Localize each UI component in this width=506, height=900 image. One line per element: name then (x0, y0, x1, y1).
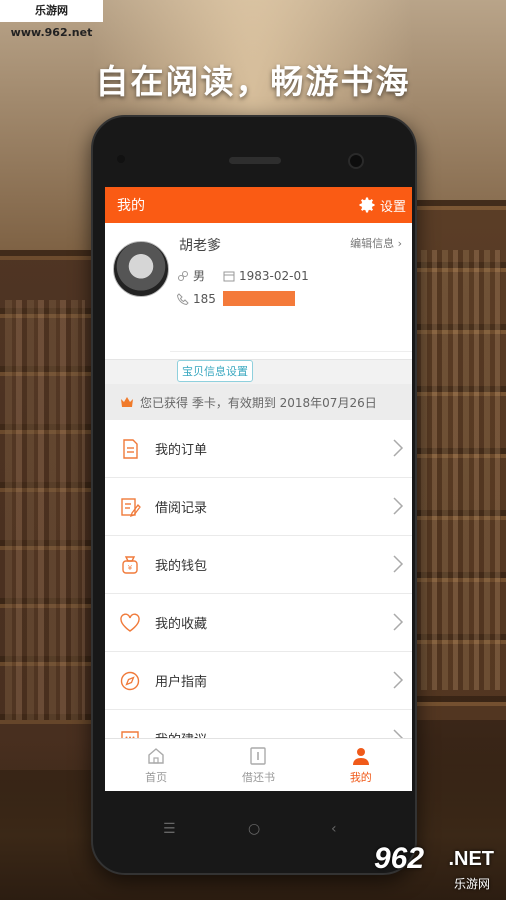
user-icon (352, 747, 369, 765)
birthday-value: 1983-02-01 (239, 268, 309, 283)
menu-list: 我的订单 借阅记录 ¥ 我的钱包 我的收藏 用户指南 我的建议 (105, 420, 412, 768)
chevron-right-icon: › (397, 237, 402, 250)
edit-info-label: 编辑信息 (350, 237, 395, 250)
app-screen: 我的 设置 胡老爹 编辑信息 › 男 1983-02-01 185 宝贝信息设置… (105, 187, 412, 791)
baby-settings-button[interactable]: 宝贝信息设置 (177, 360, 253, 382)
chevron-right-icon (393, 671, 404, 689)
book-exchange-icon (250, 746, 267, 765)
speaker-grill (229, 157, 281, 164)
menu-key-icon[interactable]: ☰ (163, 821, 176, 837)
gender-value: 男 (193, 269, 206, 283)
watermark-number: 962 (374, 842, 425, 875)
borrow-record-icon (121, 497, 141, 517)
heart-icon (120, 612, 140, 632)
books-left (5, 300, 85, 720)
menu-item-wallet[interactable]: ¥ 我的钱包 (105, 536, 412, 594)
tab-home[interactable]: 首页 (105, 739, 207, 791)
bottom-tab-bar: 首页 借还书 我的 (105, 738, 412, 791)
settings-label: 设置 (379, 199, 406, 215)
tab-label-home: 首页 (145, 770, 168, 784)
gender-birthday-row: 男 1983-02-01 (177, 267, 309, 284)
menu-label-borrow-records: 借阅记录 (155, 501, 208, 516)
membership-banner: 您已获得 季卡，有效期到 2018年07月26日 (105, 384, 412, 420)
menu-item-orders[interactable]: 我的订单 (105, 420, 412, 478)
wallet-bag-icon: ¥ (122, 555, 138, 574)
menu-label-user-guide: 用户指南 (155, 675, 208, 690)
watermark-cn: 乐游网 (453, 877, 490, 891)
home-icon (148, 747, 164, 764)
membership-text: 您已获得 季卡，有效期到 2018年07月26日 (140, 395, 377, 410)
settings-button[interactable]: 设置 (357, 195, 406, 215)
chevron-right-icon (393, 439, 404, 457)
tab-mine[interactable]: 我的 (310, 739, 412, 791)
watermark-top: 乐游网 www.962.net (0, 0, 103, 39)
avatar[interactable] (113, 241, 169, 297)
front-camera (348, 153, 364, 169)
phone-value: 185 (193, 291, 216, 306)
gear-icon (359, 197, 375, 213)
chevron-right-icon (393, 555, 404, 573)
watermark-net: .NET (448, 848, 494, 870)
profile-divider (170, 351, 412, 352)
crown-icon (121, 397, 133, 407)
phone-icon (177, 292, 189, 305)
page-title: 我的 (117, 198, 145, 214)
tab-borrow-return[interactable]: 借还书 (207, 739, 309, 791)
home-key-icon[interactable]: ○ (248, 821, 260, 837)
calendar-icon (223, 271, 235, 281)
edit-info-link[interactable]: 编辑信息 › (350, 235, 402, 251)
chevron-right-icon (393, 613, 404, 631)
watermark-bottom: 962 .NET 乐游网 (368, 842, 500, 892)
menu-item-borrow-records[interactable]: 借阅记录 (105, 478, 412, 536)
phone-row: 185 (177, 291, 295, 306)
compass-icon (120, 671, 140, 690)
tab-label-mine: 我的 (349, 770, 372, 784)
order-doc-icon (123, 438, 138, 459)
menu-item-user-guide[interactable]: 用户指南 (105, 652, 412, 710)
books-right (421, 250, 501, 690)
sensor-dot (117, 155, 125, 163)
menu-label-wallet: 我的钱包 (155, 559, 208, 574)
menu-label-orders: 我的订单 (155, 443, 208, 458)
chevron-right-icon (393, 497, 404, 515)
promo-headline: 自在阅读，畅游书海 (95, 63, 411, 100)
user-name: 胡老爹 (179, 238, 221, 254)
phone-redaction (222, 291, 295, 306)
profile-card: 胡老爹 编辑信息 › 男 1983-02-01 185 宝贝信息设置 (105, 223, 412, 382)
tab-label-borrow-return: 借还书 (241, 770, 275, 784)
svg-text:¥: ¥ (128, 564, 133, 572)
gender-icon (178, 270, 188, 281)
menu-item-favorites[interactable]: 我的收藏 (105, 594, 412, 652)
top-bar: 我的 设置 (105, 187, 412, 223)
menu-label-favorites: 我的收藏 (155, 617, 208, 632)
back-key-icon[interactable]: ‹ (331, 821, 337, 837)
